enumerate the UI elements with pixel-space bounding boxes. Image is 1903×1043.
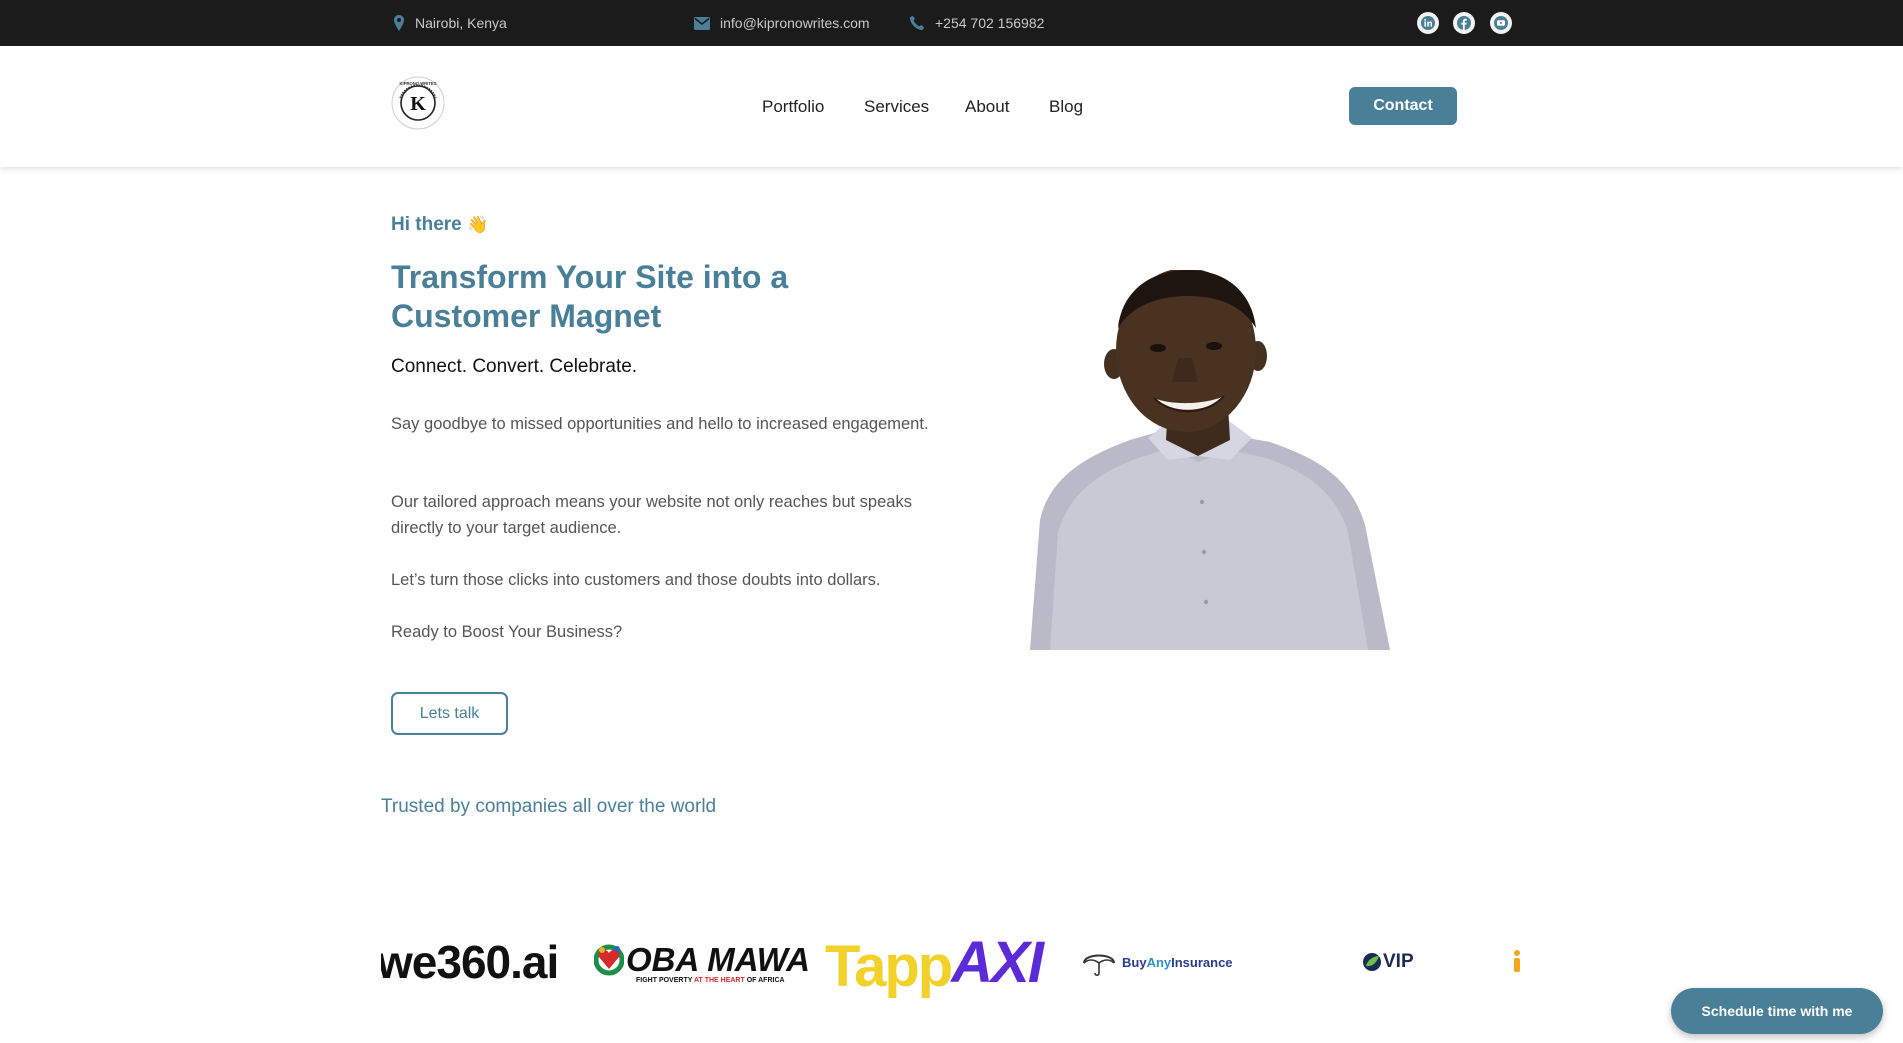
- logo-ring-text: KIPRONO WRITES: [400, 81, 437, 86]
- hero-headline: Transform Your Site into a Customer Magn…: [391, 259, 789, 334]
- trusted-heading: Trusted by companies all over the world: [381, 796, 717, 817]
- schedule-time-button[interactable]: Schedule time with me: [1671, 988, 1883, 1034]
- hero-paragraph-3: Let’s turn those clicks into customers a…: [391, 571, 881, 589]
- phone-link[interactable]: +254 702 156982: [935, 15, 1044, 31]
- waving-hand-icon: 👋: [467, 215, 489, 234]
- brand-logo-partial: [1511, 922, 1522, 1002]
- email-link[interactable]: info@kipronowrites.com: [720, 15, 870, 31]
- phone-icon: [909, 15, 925, 31]
- nav-blog[interactable]: Blog: [1049, 97, 1083, 117]
- lets-talk-button[interactable]: Lets talk: [391, 692, 508, 735]
- facebook-icon[interactable]: [1453, 12, 1475, 34]
- linkedin-icon[interactable]: [1417, 12, 1439, 34]
- site-header: KIPRONO WRITES K Portfolio Services Abou…: [0, 46, 1903, 167]
- hero-greeting: Hi there 👋: [391, 214, 488, 236]
- location-info: Nairobi, Kenya: [393, 0, 507, 46]
- vip-leaf-icon: [1363, 953, 1381, 971]
- author-portrait: [1030, 268, 1390, 650]
- envelope-icon: [694, 16, 710, 30]
- nav-services[interactable]: Services: [864, 97, 929, 117]
- greeting-text: Hi there: [391, 214, 462, 235]
- phone-info[interactable]: +254 702 156982: [909, 0, 1044, 46]
- brand-logo-we360: we360.ai: [381, 936, 559, 988]
- nav-about[interactable]: About: [965, 97, 1009, 117]
- email-info[interactable]: info@kipronowrites.com: [694, 0, 870, 46]
- nav-portfolio[interactable]: Portfolio: [762, 97, 824, 117]
- client-logo-carousel: we360.ai OBA MAWA FIGHT POVERTY AT THE H…: [381, 922, 1522, 1002]
- brand-logo-obamawa: OBA MAWA FIGHT POVERTY AT THE HEART OF A…: [594, 922, 810, 1002]
- torch-icon: [1514, 950, 1520, 972]
- top-bar: Nairobi, Kenya info@kipronowrites.com +2…: [0, 0, 1903, 46]
- map-pin-icon: [393, 15, 405, 31]
- contact-button[interactable]: Contact: [1349, 87, 1457, 125]
- location-text: Nairobi, Kenya: [415, 15, 507, 31]
- hero-paragraph-1: Say goodbye to missed opportunities and …: [391, 415, 929, 433]
- logo-letter: K: [410, 93, 426, 115]
- site-logo[interactable]: KIPRONO WRITES K: [391, 76, 445, 130]
- umbrella-icon: [1083, 954, 1115, 977]
- youtube-icon[interactable]: [1490, 12, 1512, 34]
- brand-logo-vip: VIP: [1362, 922, 1414, 1002]
- hero-paragraph-2: Our tailored approach means your website…: [391, 493, 912, 537]
- brand-logo-buyanyinsurance: Buy Any Insurance: [1082, 922, 1233, 1002]
- heart-africa-icon: [594, 944, 624, 975]
- hero-paragraph-4: Ready to Boost Your Business?: [391, 623, 623, 641]
- brand-logo-tappaxi: Tapp AXI: [825, 929, 1044, 1000]
- hero-tagline: Connect. Convert. Celebrate.: [391, 356, 638, 377]
